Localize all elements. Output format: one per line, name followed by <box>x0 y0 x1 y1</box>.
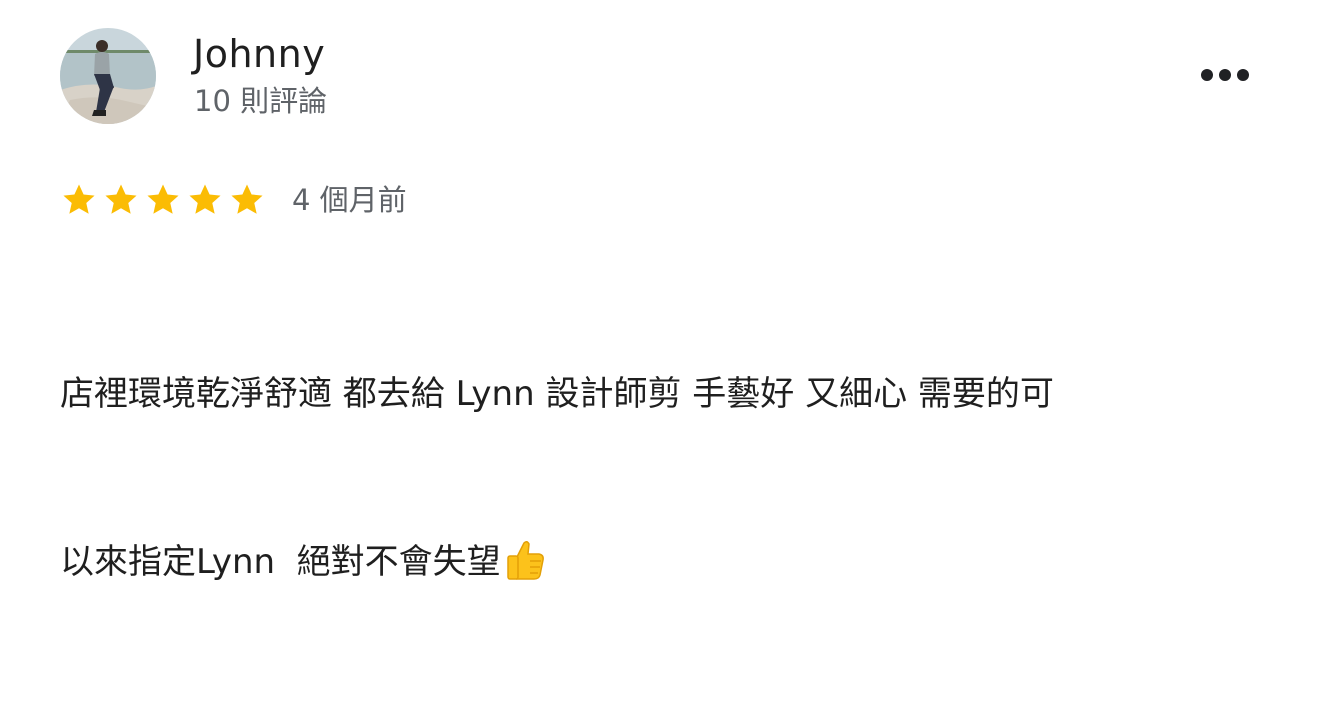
star-icon <box>144 181 182 219</box>
star-rating <box>60 181 266 219</box>
star-icon <box>186 181 224 219</box>
review-text-line: 以來指定Lynn 絕對不會失望 <box>60 542 501 582</box>
reviewer-avatar[interactable] <box>60 28 156 124</box>
reviewer-name[interactable]: Johnny <box>193 32 325 76</box>
thumbs-up-emoji <box>505 539 545 598</box>
star-icon <box>228 181 266 219</box>
review-text-line-2: 以來指定Lynn 絕對不會失望 <box>60 534 1260 590</box>
review-text: 店裡環境乾淨舒適 都去給 Lynn 設計師剪 手藝好 又細心 需要的可 以來指定… <box>60 254 1260 702</box>
star-icon <box>102 181 140 219</box>
more-horiz-icon-dot <box>1219 69 1231 81</box>
review-card: Johnny 10 則評論 4 個月前 店裡環境乾淨舒適 都去給 Lynn 設計… <box>0 0 1320 582</box>
more-horiz-icon-dot <box>1237 69 1249 81</box>
star-icon <box>60 181 98 219</box>
more-horiz-icon <box>1201 69 1213 81</box>
rating-row: 4 個月前 <box>60 178 407 222</box>
review-time: 4 個月前 <box>292 183 407 217</box>
avatar-photo <box>60 28 156 124</box>
review-text-line: 店裡環境乾淨舒適 都去給 Lynn 設計師剪 手藝好 又細心 需要的可 <box>60 374 1054 414</box>
more-options-button[interactable] <box>1190 55 1260 95</box>
review-count: 10 則評論 <box>194 84 328 118</box>
